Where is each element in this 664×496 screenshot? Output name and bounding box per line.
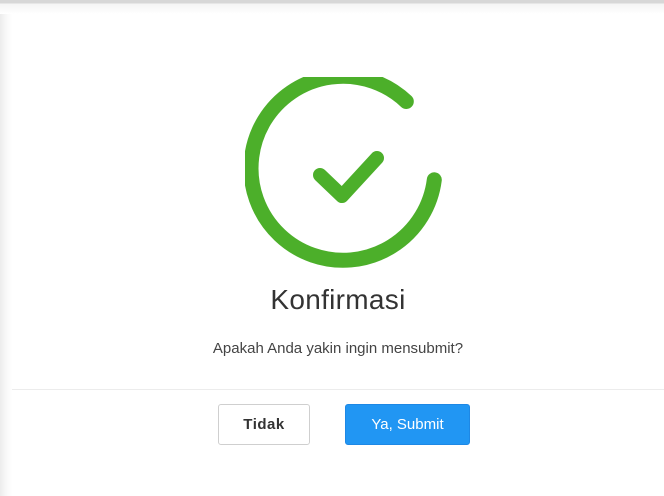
window-left-border (0, 14, 12, 496)
dialog-divider (12, 389, 664, 390)
cancel-button[interactable]: Tidak (218, 404, 310, 445)
success-ring (245, 77, 442, 268)
success-check-icon (245, 77, 442, 268)
page: Konfirmasi Apakah Anda yakin ingin mensu… (0, 0, 664, 496)
window-top-border (0, 0, 664, 14)
check-mark (313, 151, 384, 203)
submit-button[interactable]: Ya, Submit (345, 404, 470, 445)
dialog-title: Konfirmasi (270, 284, 406, 315)
dialog-message: Apakah Anda yakin ingin mensubmit? (212, 340, 464, 357)
confirmation-dialog: Konfirmasi Apakah Anda yakin ingin mensu… (12, 14, 664, 496)
